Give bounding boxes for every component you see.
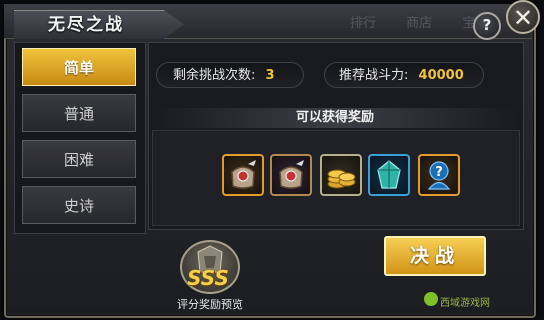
watermark: 西域游戏网 [440, 298, 490, 309]
equipment-bag-icon [231, 160, 256, 189]
reward-item[interactable] [270, 154, 312, 196]
attempts-label: 剩余挑战次数: [173, 68, 256, 83]
close-button[interactable]: ✕ [506, 0, 540, 34]
svg-text:?: ? [435, 165, 443, 180]
difficulty-epic-button[interactable]: 史诗 [22, 186, 136, 224]
attempts-stat: 剩余挑战次数: 3 [156, 62, 304, 88]
teal-crystal-icon [377, 160, 401, 189]
equipment-bag-icon [279, 160, 304, 189]
background-tab: 排行 [350, 16, 377, 31]
difficulty-hard-button[interactable]: 困难 [22, 140, 136, 178]
fight-button[interactable]: 决战 [384, 236, 486, 276]
reward-item[interactable] [320, 154, 362, 196]
power-value: 40000 [418, 68, 464, 83]
reward-item[interactable] [222, 154, 264, 196]
reward-item[interactable] [368, 154, 410, 196]
mystery-hero-icon: ? [427, 161, 451, 190]
difficulty-easy-button[interactable]: 简单 [22, 48, 136, 86]
help-button[interactable]: ? [473, 12, 501, 40]
reward-item[interactable]: ? [418, 154, 460, 196]
attempts-value: 3 [265, 68, 275, 83]
power-stat: 推荐战斗力: 40000 [324, 62, 484, 88]
rewards-header: 可以获得奖励 [152, 108, 518, 128]
difficulty-normal-button[interactable]: 普通 [22, 94, 136, 132]
grade-text: SSS [187, 266, 229, 290]
grade-preview-label: 评分奖励预览 [177, 298, 243, 311]
power-label: 推荐战斗力: [339, 68, 409, 83]
dialog-title: 无尽之战 [48, 15, 124, 35]
grade-reward-preview[interactable]: SSS 评分奖励预览 [168, 236, 252, 311]
watermark-logo-icon [424, 292, 438, 306]
background-tab: 商店 [406, 16, 433, 31]
gold-coins-icon [327, 169, 356, 189]
